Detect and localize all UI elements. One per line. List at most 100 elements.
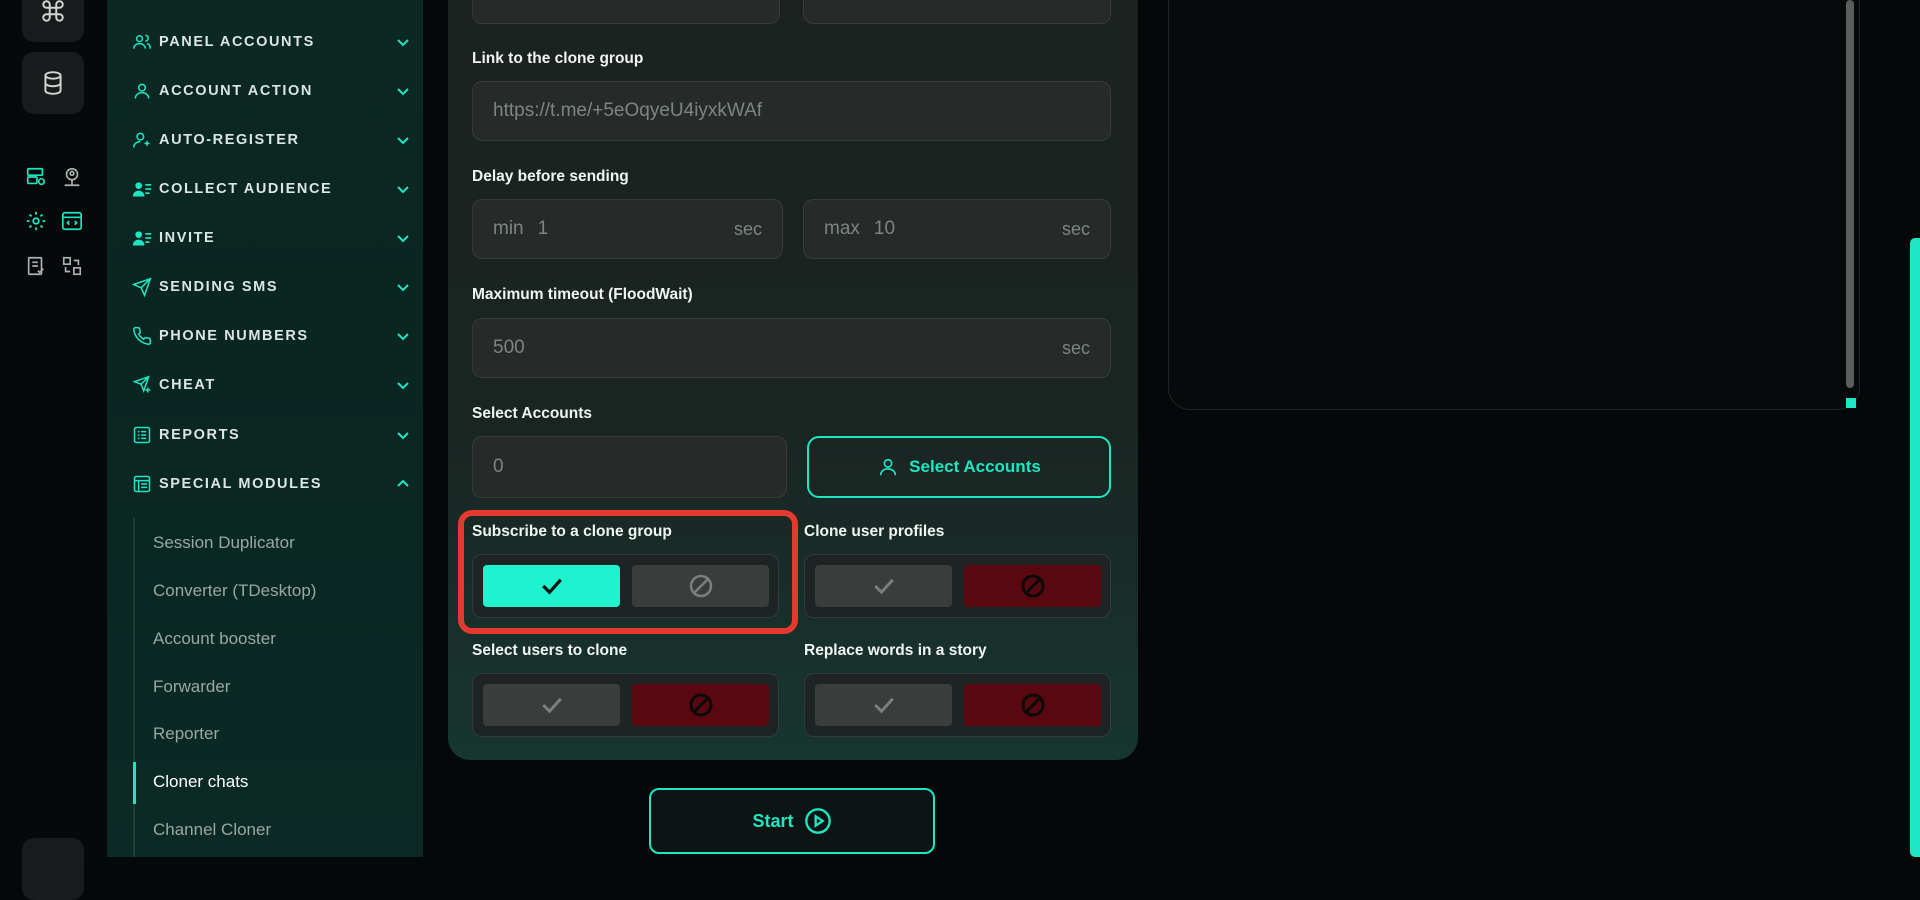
unit-suffix: sec <box>1061 337 1090 358</box>
submenu-item-reporter[interactable]: Reporter <box>153 722 219 746</box>
accounts-count: 0 <box>493 456 504 477</box>
clone-profiles-toggle <box>804 554 1111 618</box>
users-icon <box>131 31 153 53</box>
sidebar-item-sending-sms[interactable]: SENDING SMS <box>131 272 411 302</box>
user-location-icon[interactable] <box>60 165 84 189</box>
link-label: Link to the clone group <box>472 50 644 67</box>
sidebar-item-label: PANEL ACCOUNTS <box>159 34 315 50</box>
check-icon <box>873 578 894 595</box>
sidebar-item-label: SENDING SMS <box>159 279 279 295</box>
sidebar-item-panel-accounts[interactable]: PANEL ACCOUNTS <box>131 27 411 57</box>
sidebar-item-label: AUTO-REGISTER <box>159 132 300 148</box>
replace-words-yes-button[interactable] <box>815 684 952 726</box>
chevron-down-icon <box>397 186 409 194</box>
delay-max-input[interactable]: max 10 sec <box>803 199 1111 259</box>
server-settings-icon[interactable] <box>24 165 48 189</box>
sidebar-item-invite[interactable]: INVITE <box>131 223 411 253</box>
chevron-down-icon <box>397 39 409 47</box>
database-button[interactable] <box>22 52 84 114</box>
max-value: 10 <box>873 218 896 239</box>
sidebar-item-label: REPORTS <box>159 427 241 443</box>
unit-suffix: sec <box>733 218 762 239</box>
check-icon <box>541 697 562 714</box>
clone-profiles-no-button[interactable] <box>964 565 1101 607</box>
active-indicator <box>133 762 136 804</box>
chevron-down-icon <box>397 137 409 145</box>
log-output-pane[interactable] <box>1168 0 1860 410</box>
sidebar-item-label: SPECIAL MODULES <box>159 476 323 492</box>
delay-min-input[interactable]: min 1 sec <box>472 199 783 259</box>
log-scrollbar[interactable] <box>1846 0 1854 388</box>
submenu-item-session-duplicator[interactable]: Session Duplicator <box>153 531 295 555</box>
replace-words-label: Replace words in a story <box>804 642 987 659</box>
start-button[interactable]: Start <box>649 788 935 854</box>
delay-label: Delay before sending <box>472 168 629 185</box>
check-icon <box>873 697 894 714</box>
unit-suffix: sec <box>1061 218 1090 239</box>
link-input[interactable]: https://t.me/+5eOqyeU4iyxkWAf <box>472 81 1111 141</box>
min-prefix: min <box>493 218 524 239</box>
send-plus-icon <box>131 374 153 396</box>
chevron-down-icon <box>397 333 409 341</box>
sidebar-item-auto-register[interactable]: AUTO-REGISTER <box>131 125 411 155</box>
select-users-yes-button[interactable] <box>483 684 620 726</box>
sidebar-item-label: ACCOUNT ACTION <box>159 83 313 99</box>
submenu-item-forwarder[interactable]: Forwarder <box>153 675 230 699</box>
sidebar-item-collect-audience[interactable]: COLLECT AUDIENCE <box>131 174 411 204</box>
bottom-rail-button[interactable] <box>22 838 84 900</box>
page-scrollbar[interactable] <box>1910 238 1920 857</box>
code-window-icon[interactable] <box>60 209 84 233</box>
play-circle-icon <box>804 808 831 834</box>
chevron-down-icon <box>397 382 409 390</box>
icon-rail <box>0 0 106 900</box>
select-users-no-button[interactable] <box>632 684 769 726</box>
chevron-up-icon <box>397 479 409 487</box>
sidebar-item-label: CHEAT <box>159 377 216 393</box>
replace-words-toggle <box>804 673 1111 737</box>
sidebar-item-label: PHONE NUMBERS <box>159 328 309 344</box>
clone-profiles-yes-button[interactable] <box>815 565 952 607</box>
user-list-icon <box>131 178 153 200</box>
chevron-down-icon <box>397 88 409 96</box>
start-label: Start <box>752 810 794 831</box>
user-list-icon <box>131 227 153 249</box>
gear-icon[interactable] <box>24 209 48 233</box>
user-icon <box>131 80 153 102</box>
timeout-label: Maximum timeout (FloodWait) <box>472 286 693 303</box>
block-icon <box>1021 574 1044 598</box>
report-icon <box>131 424 153 446</box>
chevron-down-icon <box>397 284 409 292</box>
sidebar-item-reports[interactable]: REPORTS <box>131 420 411 450</box>
top-field-right[interactable] <box>803 0 1111 24</box>
sidebar-item-cheat[interactable]: CHEAT <box>131 370 411 400</box>
select-accounts-label: Select Accounts <box>909 457 1041 476</box>
send-icon <box>131 276 153 298</box>
sidebar-item-label: COLLECT AUDIENCE <box>159 181 333 197</box>
chevron-down-icon <box>397 432 409 440</box>
block-icon <box>689 693 712 717</box>
command-button[interactable] <box>22 0 84 42</box>
submenu-item-account-booster[interactable]: Account booster <box>153 627 276 651</box>
submenu-item-cloner-chats[interactable]: Cloner chats <box>153 770 248 794</box>
chevron-down-icon <box>397 235 409 243</box>
top-field-left[interactable] <box>472 0 780 24</box>
database-icon <box>44 71 62 95</box>
sidebar-item-special-modules[interactable]: SPECIAL MODULES <box>131 469 411 499</box>
accounts-label: Select Accounts <box>472 405 593 422</box>
clone-profiles-label: Clone user profiles <box>804 523 945 540</box>
checklist-icon[interactable] <box>24 254 48 278</box>
replace-words-no-button[interactable] <box>964 684 1101 726</box>
resize-handle[interactable] <box>1846 398 1856 408</box>
submenu-rail <box>133 518 135 857</box>
submenu-item-channel-cloner[interactable]: Channel Cloner <box>153 818 271 842</box>
phone-icon <box>131 325 153 347</box>
select-accounts-button[interactable]: Select Accounts <box>807 436 1111 498</box>
timeout-input[interactable]: 500 sec <box>472 318 1111 378</box>
submenu-item-converter[interactable]: Converter (TDesktop) <box>153 579 316 603</box>
sidebar-item-phone-numbers[interactable]: PHONE NUMBERS <box>131 321 411 351</box>
swap-icon[interactable] <box>60 254 84 278</box>
sidebar-item-account-action[interactable]: ACCOUNT ACTION <box>131 76 411 106</box>
sidebar-item-label: INVITE <box>159 230 216 246</box>
select-users-label: Select users to clone <box>472 642 628 659</box>
command-icon <box>42 0 64 22</box>
